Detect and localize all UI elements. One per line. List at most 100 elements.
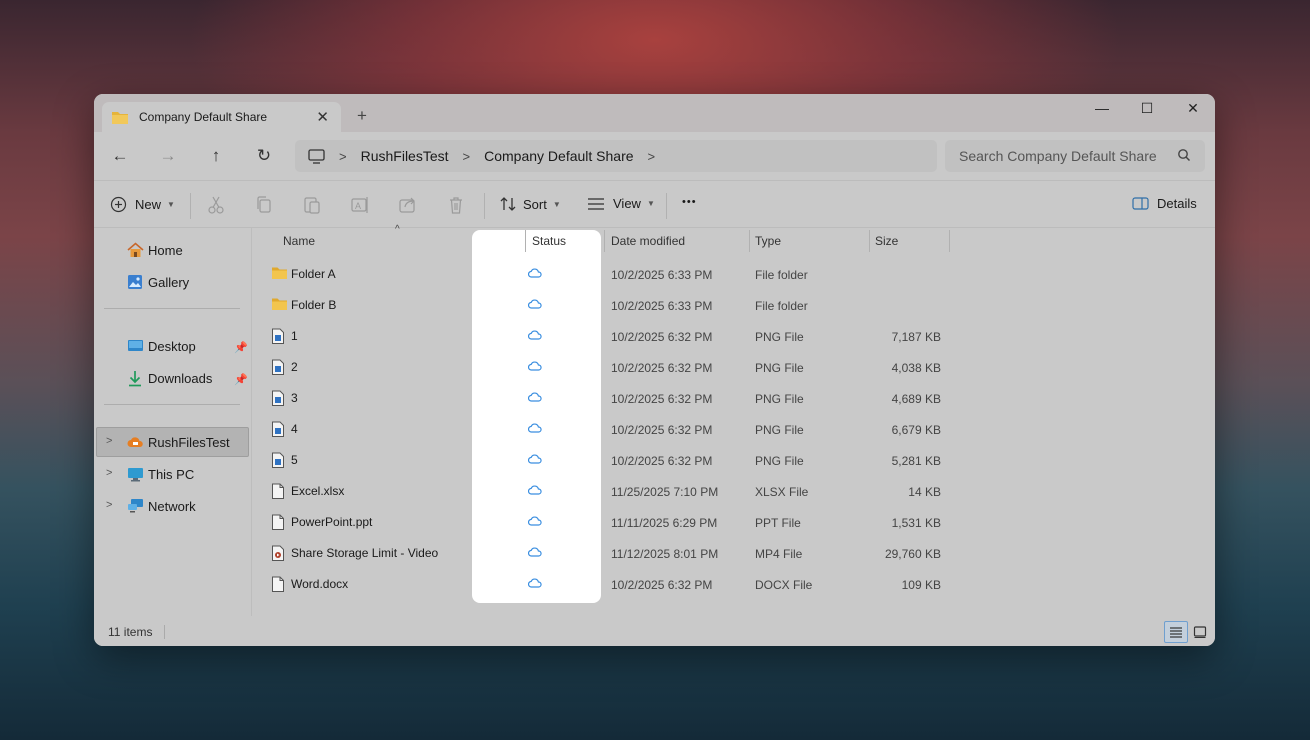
file-size: 109 KB: [901, 578, 941, 592]
file-name[interactable]: 4: [291, 422, 298, 436]
file-size: 14 KB: [908, 485, 941, 499]
divider: [484, 193, 485, 219]
new-tab-button[interactable]: +: [357, 106, 367, 126]
file-row[interactable]: 2 10/2/2025 6:32 PM PNG File 4,038 KB: [253, 352, 1215, 383]
file-date-modified: 10/2/2025 6:32 PM: [611, 392, 713, 406]
refresh-button[interactable]: ↻: [253, 146, 275, 166]
tab-close-icon[interactable]: ✕: [316, 108, 329, 126]
column-header-type[interactable]: Type: [755, 228, 781, 254]
address-bar[interactable]: > RushFilesTest > Company Default Share …: [295, 140, 937, 172]
file-row[interactable]: Share Storage Limit - Video 11/12/2025 8:…: [253, 538, 1215, 569]
file-row[interactable]: 3 10/2/2025 6:32 PM PNG File 4,689 KB: [253, 383, 1215, 414]
cloud-status-icon: [527, 329, 542, 343]
sort-button[interactable]: Sort ▼: [499, 196, 561, 212]
cloud-status-icon: [527, 360, 542, 374]
search-icon: [1178, 149, 1191, 162]
column-header-date-modified[interactable]: Date modified: [611, 228, 685, 254]
file-list: ^ Name Status Date modified Type Size Fo…: [253, 224, 1215, 616]
cut-icon[interactable]: [205, 194, 227, 216]
search-input[interactable]: Search Company Default Share: [945, 140, 1205, 172]
monitor-icon: [127, 467, 143, 481]
view-button[interactable]: View ▼: [587, 196, 655, 211]
breadcrumb-rushfilestest[interactable]: RushFilesTest: [361, 148, 449, 164]
sidebar-item-this-pc[interactable]: This PC: [126, 465, 194, 483]
file-row[interactable]: Folder A 10/2/2025 6:33 PM File folder: [253, 259, 1215, 290]
sidebar-item-gallery[interactable]: Gallery: [126, 273, 189, 291]
search-placeholder: Search Company Default Share: [959, 148, 1157, 164]
details-pane-button[interactable]: Details: [1132, 196, 1197, 211]
paste-icon[interactable]: [301, 194, 323, 216]
file-row[interactable]: Word.docx 10/2/2025 6:32 PM DOCX File 109 K…: [253, 569, 1215, 600]
pin-icon[interactable]: 📌: [234, 373, 248, 386]
sidebar-item-downloads[interactable]: Downloads: [126, 369, 212, 387]
cloud-status-icon: [527, 453, 542, 467]
column-divider[interactable]: [869, 230, 870, 252]
cloud-status-icon: [527, 391, 542, 405]
file-name[interactable]: Word.docx: [291, 577, 348, 591]
navigation-pane: Home Gallery Desktop 📌 Downloads 📌 > Rus…: [94, 228, 252, 616]
file-name[interactable]: 3: [291, 391, 298, 405]
copy-icon[interactable]: [253, 194, 275, 216]
file-type: File folder: [755, 299, 808, 313]
sidebar-item-desktop[interactable]: Desktop: [126, 337, 196, 355]
large-icons-view-icon: [1193, 626, 1207, 638]
large-icons-view-button[interactable]: [1188, 621, 1212, 643]
sidebar-item-rushfilestest[interactable]: RushFilesTest: [126, 433, 230, 451]
file-date-modified: 11/12/2025 8:01 PM: [611, 547, 719, 561]
file-size: 5,281 KB: [891, 454, 941, 468]
sidebar-item-label: Desktop: [148, 338, 196, 354]
share-icon[interactable]: [397, 194, 419, 216]
column-divider[interactable]: [525, 230, 526, 252]
pin-icon[interactable]: 📌: [234, 341, 248, 354]
file-size: 6,679 KB: [891, 423, 941, 437]
chevron-right-icon[interactable]: >: [106, 467, 112, 479]
column-header-size[interactable]: Size: [875, 228, 898, 254]
sidebar-item-label: Network: [148, 498, 196, 514]
file-row[interactable]: Folder B 10/2/2025 6:33 PM File folder: [253, 290, 1215, 321]
file-name[interactable]: 1: [291, 329, 298, 343]
breadcrumb-separator[interactable]: >: [648, 149, 656, 164]
details-view-button[interactable]: [1164, 621, 1188, 643]
delete-icon[interactable]: [445, 194, 467, 216]
sidebar-item-home[interactable]: Home: [126, 241, 183, 259]
column-divider[interactable]: [604, 230, 605, 252]
column-header-name[interactable]: Name: [283, 228, 315, 254]
view-label: View: [613, 196, 641, 211]
file-type: XLSX File: [755, 485, 809, 499]
file-date-modified: 10/2/2025 6:32 PM: [611, 454, 713, 468]
file-row[interactable]: Excel.xlsx 11/25/2025 7:10 PM XLSX File 14 …: [253, 476, 1215, 507]
file-name[interactable]: 2: [291, 360, 298, 374]
tab-title: Company Default Share: [139, 110, 268, 124]
file-name[interactable]: Folder B: [291, 298, 336, 312]
file-row[interactable]: 5 10/2/2025 6:32 PM PNG File 5,281 KB: [253, 445, 1215, 476]
minimize-button[interactable]: —: [1087, 100, 1117, 116]
new-button[interactable]: New ▼: [110, 196, 175, 213]
this-pc-icon: [308, 148, 325, 164]
forward-button[interactable]: →: [157, 146, 179, 166]
file-row[interactable]: 1 10/2/2025 6:32 PM PNG File 7,187 KB: [253, 321, 1215, 352]
rename-icon[interactable]: A: [349, 194, 371, 216]
more-options-button[interactable]: •••: [682, 196, 697, 208]
file-name[interactable]: PowerPoint.ppt: [291, 515, 372, 529]
file-name[interactable]: Share Storage Limit - Video: [291, 546, 438, 560]
file-name[interactable]: Excel.xlsx: [291, 484, 344, 498]
folder-icon: [112, 111, 128, 124]
back-button[interactable]: ←: [109, 146, 131, 166]
breadcrumb-company-default-share[interactable]: Company Default Share: [484, 148, 633, 164]
sidebar-item-network[interactable]: Network: [126, 497, 196, 515]
up-button[interactable]: ↑: [205, 146, 227, 166]
chevron-right-icon[interactable]: >: [106, 499, 112, 511]
maximize-button[interactable]: ☐: [1132, 100, 1162, 117]
column-divider[interactable]: [749, 230, 750, 252]
file-row[interactable]: PowerPoint.ppt 11/11/2025 6:29 PM PPT File…: [253, 507, 1215, 538]
file-name[interactable]: 5: [291, 453, 298, 467]
column-divider[interactable]: [949, 230, 950, 252]
chevron-right-icon[interactable]: >: [106, 435, 112, 447]
downloads-icon: [129, 370, 141, 386]
close-window-button[interactable]: ✕: [1178, 100, 1208, 117]
item-count: 11 items: [108, 625, 153, 639]
file-row[interactable]: 4 10/2/2025 6:32 PM PNG File 6,679 KB: [253, 414, 1215, 445]
tab-company-default-share[interactable]: Company Default Share ✕: [102, 102, 341, 132]
file-name[interactable]: Folder A: [291, 267, 336, 281]
column-header-status[interactable]: Status: [532, 228, 566, 254]
